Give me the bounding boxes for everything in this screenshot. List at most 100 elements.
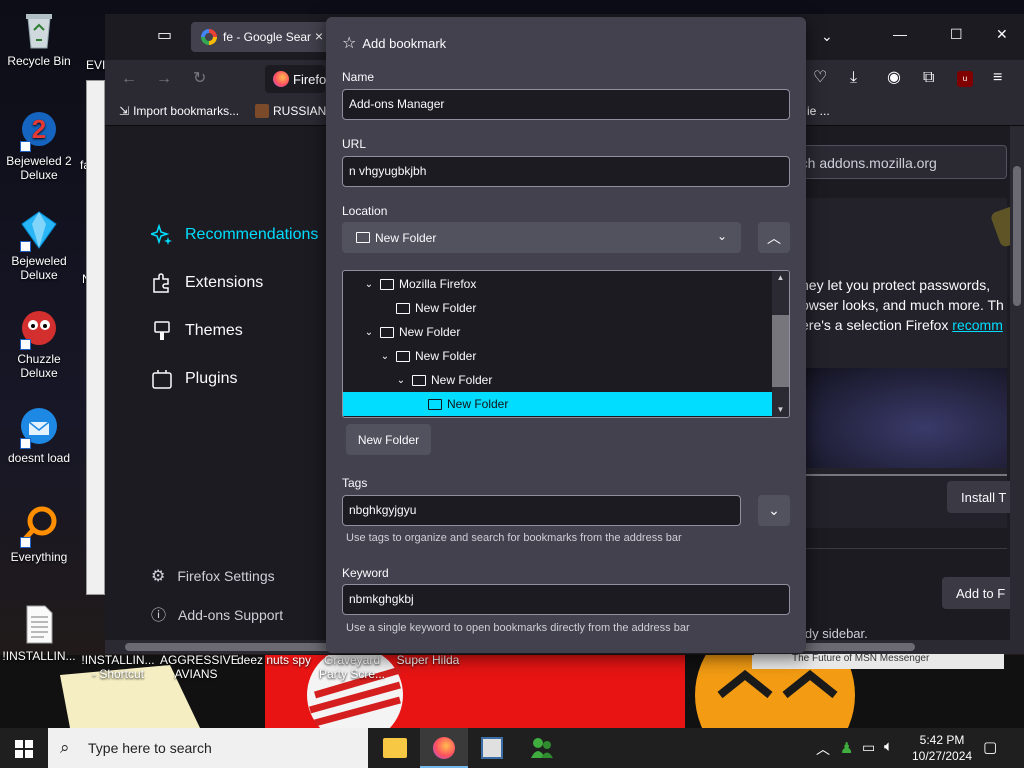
chevron-down-icon: ⌄ — [364, 278, 374, 290]
recommended-link[interactable]: recomm — [952, 317, 1003, 333]
desktop-icon-label[interactable]: Super Hilda — [392, 653, 464, 667]
taskbar-firefox-button[interactable] — [420, 728, 468, 768]
notifications-icon[interactable]: ▢ — [983, 738, 997, 756]
bookmark-import[interactable]: ⇲ Import bookmarks... — [119, 104, 239, 118]
bejeweled-2-icon: 2 — [18, 108, 60, 152]
maximize-icon[interactable]: ☐ — [950, 26, 963, 43]
windows-start-icon[interactable] — [15, 740, 33, 758]
desktop-icon-label[interactable]: AGGRESSIVE AVIANS — [160, 653, 239, 681]
folder-tree[interactable]: ⌄ Mozilla Firefox New Folder ⌄ New Folder … — [342, 270, 790, 418]
collapse-folder-tree-button[interactable]: ︿ — [758, 222, 790, 253]
ublock-icon[interactable]: u — [957, 71, 973, 87]
tab-google-search[interactable]: fe - Google Sear × — [191, 22, 331, 52]
category-recommendations[interactable]: Recommendations — [151, 224, 318, 246]
category-label: Plugins — [185, 370, 238, 387]
scroll-up-arrow-icon[interactable]: ▲ — [772, 273, 789, 283]
bookmarks-overflow[interactable]: ie ... — [807, 104, 830, 118]
network-icon[interactable]: ▭ — [862, 739, 875, 756]
taskbar-app-icon[interactable] — [481, 737, 503, 759]
tree-item[interactable]: ⌄ New Folder — [343, 344, 773, 368]
text-file-icon — [18, 603, 60, 645]
clock-date: 10/27/2024 — [912, 749, 973, 763]
plugin-icon — [152, 370, 172, 389]
account-icon[interactable]: ◉ — [887, 70, 901, 86]
tree-item-label: Mozilla Firefox — [399, 277, 477, 291]
new-folder-button[interactable]: New Folder — [346, 424, 431, 455]
name-input[interactable]: Add-ons Manager — [342, 89, 790, 120]
thunderbird-icon — [18, 405, 60, 449]
desktop-icon-label[interactable]: Graveyard Party Scre... — [316, 653, 388, 681]
category-label: Recommendations — [185, 226, 319, 243]
folder-tree-scrollbar[interactable]: ▲ ▼ — [772, 271, 789, 417]
google-favicon-icon — [201, 29, 217, 45]
tab-close-icon[interactable]: × — [315, 28, 323, 44]
tree-item-selected[interactable]: New Folder — [343, 392, 773, 416]
svg-text:2: 2 — [32, 114, 46, 144]
forward-arrow-icon[interactable]: → — [156, 71, 172, 87]
tags-input[interactable]: nbghkgyjgyu — [342, 495, 741, 526]
desktop-icon-label[interactable]: deez nuts spy — [236, 653, 312, 667]
show-hidden-icons-chevron-icon[interactable]: ︿ — [816, 739, 830, 759]
tray-msn-icon[interactable]: ♟ — [840, 739, 853, 757]
file-explorer-icon[interactable] — [383, 738, 407, 758]
install-theme-button[interactable]: Install T — [947, 481, 1017, 513]
desktop-icon-recycle-bin[interactable]: Recycle Bin — [1, 8, 77, 68]
desktop-icon-bejeweled[interactable]: Bejeweled Deluxe — [1, 208, 77, 282]
add-to-firefox-button[interactable]: Add to F — [942, 577, 1017, 609]
category-themes[interactable]: Themes — [151, 320, 243, 342]
keyword-input[interactable]: nbmkghgkbj — [342, 584, 790, 615]
folder-icon — [356, 232, 370, 243]
desktop-icon-thunderbird[interactable]: doesnt load — [1, 405, 77, 465]
desktop-icon-bejeweled-2[interactable]: 2 Bejeweled 2 Deluxe — [1, 108, 77, 182]
volume-icon[interactable]: 🔈︎ — [884, 738, 893, 755]
location-label: Location — [342, 204, 388, 218]
background-window[interactable] — [86, 80, 105, 595]
tree-item[interactable]: ⌄ New Folder — [343, 368, 773, 392]
keyword-hint: Use a single keyword to open bookmarks d… — [346, 622, 690, 634]
addons-support-link[interactable]: ⓘ Add-ons Support — [151, 604, 283, 625]
close-window-icon[interactable]: ✕ — [996, 26, 1008, 43]
bookmark-favicon-icon — [255, 104, 269, 118]
tree-item[interactable]: ⌄ New Folder — [343, 320, 773, 344]
dialog-header: ☆ Add bookmark — [342, 33, 446, 53]
tab-overview-icon[interactable]: ▭ — [157, 28, 172, 44]
location-select[interactable]: New Folder ⌄ — [342, 222, 741, 253]
recycle-bin-icon — [18, 8, 60, 50]
tree-item[interactable]: ⌄ Mozilla Firefox — [343, 272, 773, 296]
link-label: Firefox Settings — [177, 568, 275, 584]
folder-icon — [412, 374, 426, 386]
taskbar-search-box[interactable]: ⌕ Type here to search — [48, 728, 368, 768]
scroll-thumb[interactable] — [772, 315, 789, 387]
tree-item-label: New Folder — [399, 325, 461, 339]
tags-expand-button[interactable]: ⌄ — [758, 495, 790, 526]
chevron-down-icon: ⌄ — [364, 326, 374, 338]
desktop-icon-everything[interactable]: Everything — [1, 504, 77, 564]
tab-title: fe - Google Sear — [223, 30, 312, 44]
desktop-icon-label[interactable]: !INSTALLIN... - Shortcut — [80, 653, 156, 681]
reload-icon[interactable]: ↻ — [193, 71, 206, 87]
pocket-icon[interactable]: ♡ — [813, 70, 827, 86]
url-input[interactable]: n vhgyugbkjbh — [342, 156, 790, 187]
location-value: New Folder — [375, 230, 437, 245]
category-extensions[interactable]: Extensions — [151, 272, 263, 294]
url-bar[interactable]: Firefo — [265, 65, 326, 93]
tags-label: Tags — [342, 476, 368, 490]
minimize-icon[interactable]: — — [893, 26, 907, 42]
list-tabs-chevron-icon[interactable]: ⌄ — [821, 28, 833, 44]
hamburger-menu-icon[interactable]: ≡ — [993, 70, 1002, 86]
desktop-icon-chuzzle[interactable]: Chuzzle Deluxe — [1, 306, 77, 380]
extensions-puzzle-icon[interactable]: ⧉ — [923, 70, 934, 86]
page-vertical-scrollbar[interactable] — [1010, 126, 1024, 640]
scroll-down-arrow-icon[interactable]: ▼ — [772, 405, 789, 415]
bookmark-russian[interactable]: RUSSIAN — [255, 104, 326, 118]
folder-icon — [396, 350, 410, 362]
firefox-settings-link[interactable]: ⚙ Firefox Settings — [151, 566, 275, 586]
category-plugins[interactable]: Plugins — [151, 368, 237, 390]
downloads-icon[interactable]: ⤓ — [850, 70, 857, 86]
bookmark-label: Import bookmarks... — [133, 104, 240, 118]
tree-item[interactable]: New Folder — [343, 296, 773, 320]
clock[interactable]: 5:42 PM 10/27/2024 — [912, 732, 972, 764]
extension-description: idy sidebar. — [802, 626, 868, 641]
msn-messenger-icon[interactable] — [529, 736, 555, 760]
back-arrow-icon[interactable]: ← — [121, 71, 137, 87]
